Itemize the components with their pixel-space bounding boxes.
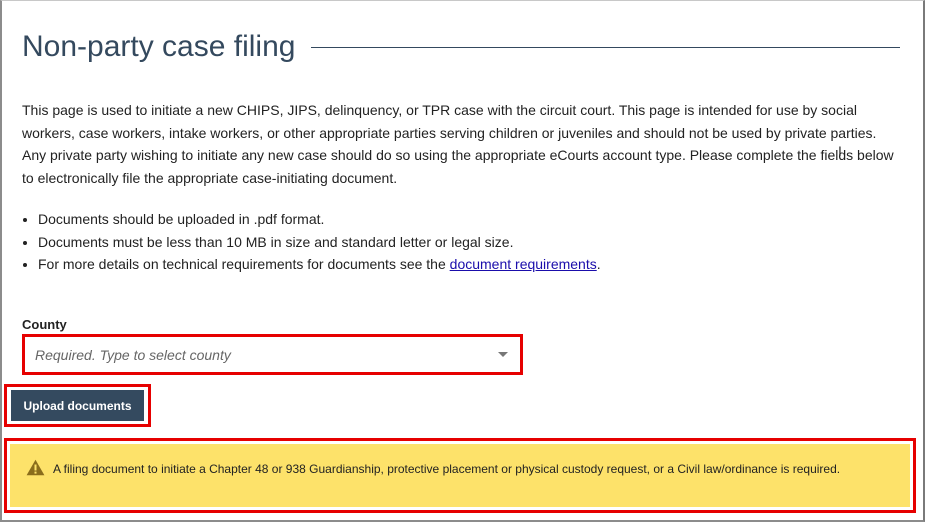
county-placeholder: Required. Type to select county <box>35 346 231 363</box>
page-title: Non-party case filing <box>22 30 296 63</box>
title-row: Non-party case filing <box>22 30 900 64</box>
text-cursor-icon: I <box>838 143 842 159</box>
requirement-item: Documents must be less than 10 MB in siz… <box>38 231 918 254</box>
requirement-details-suffix: . <box>596 256 601 272</box>
alert-highlight: A filing document to initiate a Chapter … <box>4 438 916 513</box>
upload-highlight: Upload documents <box>4 384 151 427</box>
document-requirements-link[interactable]: document requirements <box>450 256 597 272</box>
county-highlight: Required. Type to select county <box>22 334 523 375</box>
chevron-down-icon[interactable] <box>498 352 508 357</box>
intro-paragraph: This page is used to initiate a new CHIP… <box>22 102 894 186</box>
upload-documents-button[interactable]: Upload documents <box>11 390 144 421</box>
requirement-item: For more details on technical requiremen… <box>38 253 918 276</box>
requirement-item: Documents should be uploaded in .pdf for… <box>38 208 918 231</box>
alert-message: A filing document to initiate a Chapter … <box>53 462 841 476</box>
title-divider <box>311 46 900 48</box>
requirement-details-text: For more details on technical requiremen… <box>38 256 450 272</box>
warning-alert: A filing document to initiate a Chapter … <box>10 444 910 507</box>
county-label: County <box>22 317 67 332</box>
requirements-list: Documents should be uploaded in .pdf for… <box>22 208 918 276</box>
county-select[interactable]: Required. Type to select county <box>29 340 516 369</box>
warning-icon <box>26 459 45 476</box>
